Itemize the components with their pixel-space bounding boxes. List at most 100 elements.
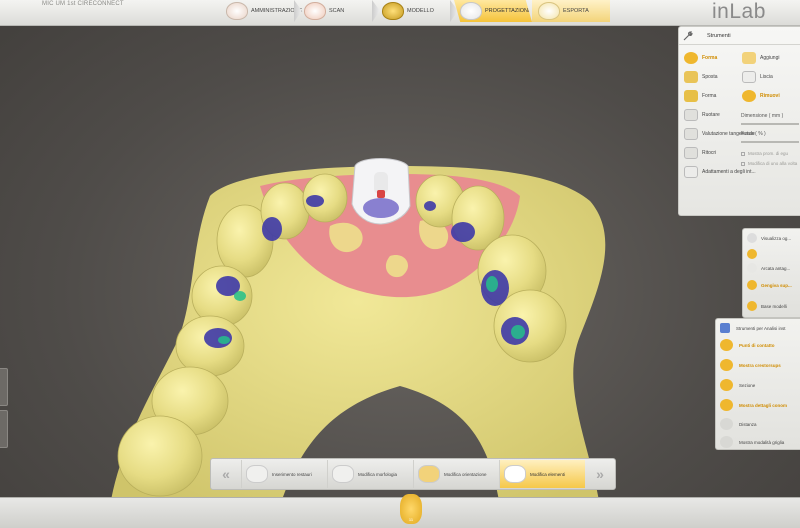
view-icon: [747, 233, 757, 243]
stage-tabs: AMMINISTRAZIONE SCAN MODELLO PROGETTAZIO…: [220, 0, 610, 26]
contact-points-icon: [720, 339, 733, 351]
smooth-icon: [742, 70, 756, 83]
base-icon: [747, 301, 757, 311]
check-label: Mostra prom. di egu: [748, 151, 789, 156]
analysis-details[interactable]: Mostra dettagli conom: [720, 399, 787, 411]
analysis-label: Mostra crestorsups: [739, 362, 781, 368]
tool-liscia[interactable]: Liscia: [739, 67, 780, 86]
checkbox: [741, 161, 745, 166]
check-show-prom[interactable]: Mostra prom. di egu: [741, 151, 788, 156]
analysis-grid[interactable]: Mostra modalità griglia: [720, 436, 784, 448]
tool-label: Ritocri: [702, 149, 717, 156]
analysis-section[interactable]: Sezione: [720, 379, 755, 391]
tool-label: Forma: [702, 54, 718, 61]
step-label: Modifica morfologia: [358, 471, 398, 477]
touchup-tool-icon: [684, 146, 698, 159]
remove-material-icon: [742, 89, 756, 102]
tool-label: Rimuovi: [760, 92, 780, 99]
step-label: Modifica orientazione: [444, 471, 487, 477]
tab-label: SCAN: [329, 8, 345, 14]
arch-icon: [304, 2, 326, 20]
force-label: Forza ( % ): [741, 131, 766, 137]
dimension-slider[interactable]: [741, 123, 799, 125]
crest-icon: [720, 359, 733, 371]
distance-icon: [720, 418, 733, 430]
analysis-label: Punti di contatto: [739, 342, 775, 348]
tools-title: Strumenti: [707, 32, 731, 39]
tab-label: MODELLO: [407, 8, 434, 14]
wrench-icon: [683, 30, 693, 40]
tab-amministrazione[interactable]: AMMINISTRAZIONE: [220, 0, 302, 22]
details-icon: [720, 399, 733, 411]
step-label: Modifica elementi: [530, 471, 566, 477]
view-gengiva[interactable]: Gengiva sup...: [747, 280, 792, 290]
morphology-icon: [332, 465, 354, 483]
check-label: Modifica di uno alla volta: [748, 161, 798, 166]
brand-logo: inLab: [712, 0, 766, 23]
tool-rimuovi[interactable]: Rimuovi: [739, 86, 780, 105]
crown-restoration: [351, 158, 411, 225]
check-one-at-a-time[interactable]: Modifica di uno alla volta: [741, 161, 797, 166]
tooth-design-icon: [460, 2, 482, 20]
edit-elements-icon: [504, 465, 526, 483]
adapt-tool-icon: [684, 165, 698, 178]
step-elementi[interactable]: Modifica elementi: [499, 460, 585, 488]
tab-progettazione[interactable]: PROGETTAZIONE: [454, 0, 532, 22]
dimension-label: Dimensione ( mm ): [741, 113, 784, 119]
force-slider[interactable]: [741, 141, 799, 143]
left-panel-tab-top[interactable]: [0, 368, 8, 406]
tab-esporta[interactable]: ESPORTA: [532, 0, 610, 22]
design-steps-toolbar: « Inserimento restauri Modifica morfolog…: [210, 458, 616, 490]
tools-header: Strumenti: [679, 27, 800, 45]
left-panel-tab-bottom[interactable]: [0, 410, 8, 448]
tooth-selector-button[interactable]: 11: [400, 494, 422, 524]
step-orientazione[interactable]: Modifica orientazione: [413, 460, 499, 488]
view-visualizza[interactable]: Visualizza og...: [747, 233, 791, 243]
step-label: Inserimento restauri: [272, 471, 312, 477]
tool-aggiungi[interactable]: Aggiungi: [739, 48, 780, 67]
stage-bar: MIC UM 1st CIRECONNECT AMMINISTRAZIONE S…: [0, 0, 800, 26]
tab-scan[interactable]: SCAN: [298, 0, 380, 22]
add-material-icon: [742, 51, 756, 64]
model-icon: [382, 2, 404, 20]
analysis-label: Sezione: [739, 382, 756, 388]
tab-modello[interactable]: MODELLO: [376, 0, 458, 22]
tool-label: Sposta: [702, 73, 718, 80]
jaw-icon: [747, 249, 757, 259]
analysis-icon: [720, 323, 730, 333]
prev-step-button[interactable]: «: [211, 462, 241, 486]
app-window: MIC UM 1st CIRECONNECT AMMINISTRAZIONE S…: [0, 0, 800, 528]
insert-restoration-icon: [246, 465, 268, 483]
view-arcata[interactable]: Arcata antag...: [747, 263, 790, 273]
antagonist-icon: [747, 263, 757, 273]
view-label: Base modelli: [761, 303, 787, 309]
view-base-modelli[interactable]: Base modelli: [747, 301, 787, 311]
form-tool-icon: [684, 89, 698, 102]
tooth-number: 11: [408, 517, 414, 522]
case-title: MIC UM 1st CIRECONNECT: [42, 1, 124, 7]
export-star-icon: [538, 2, 560, 20]
analysis-contacts[interactable]: Punti di contatto: [720, 339, 775, 351]
tools-panel: Strumenti Forma Sposta Forma Ruotare Val…: [678, 26, 800, 216]
step-morfologia[interactable]: Modifica morfologia: [327, 460, 413, 488]
tangent-tool-icon: [684, 127, 698, 140]
checkbox: [741, 151, 745, 156]
gingiva-icon: [747, 280, 757, 290]
view-item-2[interactable]: [747, 249, 761, 259]
section-icon: [720, 379, 733, 391]
analysis-crest[interactable]: Mostra crestorsups: [720, 359, 781, 371]
analysis-panel: Strumenti per Analisi inst Punti di cont…: [715, 318, 800, 450]
tab-label: PROGETTAZIONE: [485, 8, 532, 14]
view-label: Arcata antag...: [761, 265, 791, 271]
next-step-button[interactable]: »: [585, 462, 615, 486]
tool-label: Liscia: [760, 73, 773, 80]
tool-label: Aggiungi: [760, 54, 780, 61]
step-inserimento[interactable]: Inserimento restauri: [241, 460, 327, 488]
analysis-label: Mostra modalità griglia: [739, 439, 785, 445]
analysis-distance[interactable]: Distanza: [720, 418, 757, 430]
rotate-tool-icon: [684, 108, 698, 121]
tool-label: Ruotare: [702, 111, 720, 118]
analysis-title: Strumenti per Analisi inst: [736, 325, 786, 331]
crown-icon: [226, 2, 248, 20]
tool-label: Adattamenti a degli int...: [702, 168, 756, 175]
